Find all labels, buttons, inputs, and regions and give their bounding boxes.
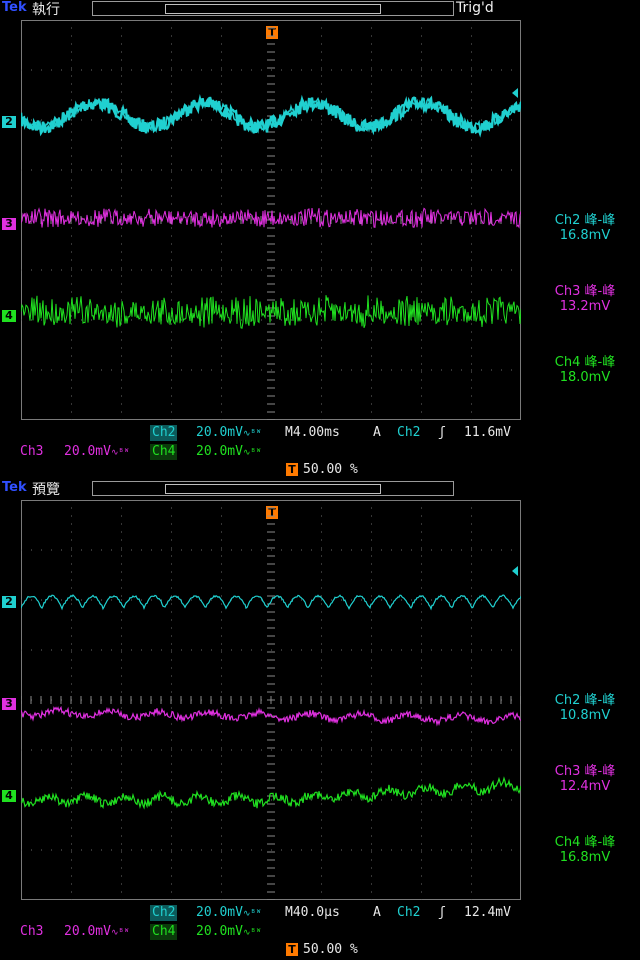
- ch3-waveform: [21, 705, 521, 727]
- trigger-source[interactable]: Ch2: [397, 425, 420, 440]
- measurement-ch4-label: Ch4 峰-峰: [554, 835, 616, 850]
- acquisition-mode: 預覽: [32, 482, 60, 498]
- record-length-bar: [92, 1, 454, 16]
- ch2-label-box[interactable]: Ch2: [150, 905, 178, 921]
- ch2-scale: 20.0mV∿ᴮᵂ: [196, 905, 261, 920]
- ch4-scale-value: 20.0mV: [196, 924, 243, 939]
- trigger-position-icon: T: [286, 463, 298, 476]
- measurement-ch2: Ch2 峰-峰 16.8mV: [530, 213, 640, 243]
- horizontal-position[interactable]: 50.00 %: [303, 942, 358, 957]
- trigger-position-icon: T: [286, 943, 298, 956]
- ch2-waveform-envelope: [21, 96, 521, 134]
- measurement-ch3: Ch3 峰-峰 13.2mV: [530, 284, 640, 314]
- ch3-ground-marker[interactable]: 3: [2, 698, 16, 710]
- trigger-status: Trig'd: [456, 0, 494, 16]
- measurement-ch4-value: 16.8mV: [559, 850, 611, 865]
- timebase[interactable]: M4.00ms: [285, 425, 340, 440]
- waveform-graticule: [21, 500, 521, 900]
- bandwidth-limit-icon: ∿ᴮᵂ: [242, 448, 262, 458]
- ch2-scale-value: 20.0mV: [196, 425, 243, 440]
- trigger-level[interactable]: 12.4mV: [464, 905, 511, 920]
- measurement-ch4-label: Ch4 峰-峰: [554, 355, 616, 370]
- measurement-ch3: Ch3 峰-峰 12.4mV: [530, 764, 640, 794]
- ch2-waveform: [21, 594, 521, 611]
- rising-edge-icon: ʃ: [438, 905, 446, 920]
- measurement-ch3-value: 13.2mV: [559, 299, 611, 314]
- record-window[interactable]: [165, 4, 381, 14]
- top-status-bar: Tek 執行 Trig'd: [0, 0, 640, 18]
- rising-edge-icon: ʃ: [438, 425, 446, 440]
- measurement-ch4: Ch4 峰-峰 18.0mV: [530, 355, 640, 385]
- horizontal-position[interactable]: 50.00 %: [303, 462, 358, 477]
- ch4-scale: 20.0mV∿ᴮᵂ: [196, 924, 261, 939]
- measurement-ch2-label: Ch2 峰-峰: [554, 693, 616, 708]
- measurement-ch3-value: 12.4mV: [559, 779, 611, 794]
- ch3-scale: 20.0mV∿ᴮᵂ: [64, 924, 129, 939]
- bandwidth-limit-icon: ∿ᴮᵂ: [242, 928, 262, 938]
- waveform-display: [21, 20, 521, 420]
- ch4-scale: 20.0mV∿ᴮᵂ: [196, 444, 261, 459]
- bandwidth-limit-icon: ∿ᴮᵂ: [242, 909, 262, 919]
- measurement-ch2-label: Ch2 峰-峰: [554, 213, 616, 228]
- trigger-type: A: [373, 425, 381, 440]
- bandwidth-limit-icon: ∿ᴮᵂ: [110, 928, 130, 938]
- measurement-ch3-label: Ch3 峰-峰: [554, 284, 616, 299]
- ch4-ground-marker[interactable]: 4: [2, 310, 16, 322]
- ch3-ground-marker[interactable]: 3: [2, 218, 16, 230]
- ch2-scale-value: 20.0mV: [196, 905, 243, 920]
- trigger-level[interactable]: 11.6mV: [464, 425, 511, 440]
- brand-logo: Tek: [2, 480, 27, 495]
- measurement-ch3-label: Ch3 峰-峰: [554, 764, 616, 779]
- ch3-label[interactable]: Ch3: [20, 444, 43, 459]
- measurement-ch4-value: 18.0mV: [559, 370, 611, 385]
- top-status-bar: Tek 預覽: [0, 480, 640, 498]
- record-length-bar: [92, 481, 454, 496]
- waveform-graticule: [21, 20, 521, 420]
- trigger-source[interactable]: Ch2: [397, 905, 420, 920]
- measurement-ch2-value: 10.8mV: [559, 708, 611, 723]
- trigger-type: A: [373, 905, 381, 920]
- measurement-ch4: Ch4 峰-峰 16.8mV: [530, 835, 640, 865]
- scope-panel-top: Tek 執行 Trig'd T 2 3 4 Ch2 峰-峰 16.8mV Ch3…: [0, 0, 640, 480]
- ch2-label-box[interactable]: Ch2: [150, 425, 178, 441]
- ch2-scale: 20.0mV∿ᴮᵂ: [196, 425, 261, 440]
- waveform-display: [21, 500, 521, 900]
- ch4-ground-marker[interactable]: 4: [2, 790, 16, 802]
- ch3-scale-value: 20.0mV: [64, 444, 111, 459]
- ch3-scale-value: 20.0mV: [64, 924, 111, 939]
- ch4-label-box[interactable]: Ch4: [150, 924, 178, 940]
- trigger-level-marker[interactable]: [512, 566, 518, 576]
- scope-panel-bottom: Tek 預覽 T 2 3 4 Ch2 峰-峰 10.8mV Ch3 峰-峰 12…: [0, 480, 640, 960]
- timebase[interactable]: M40.0µs: [285, 905, 340, 920]
- ch3-waveform: [21, 207, 521, 229]
- brand-logo: Tek: [2, 0, 27, 15]
- ch2-ground-marker[interactable]: 2: [2, 116, 16, 128]
- ch4-scale-value: 20.0mV: [196, 444, 243, 459]
- measurement-ch2: Ch2 峰-峰 10.8mV: [530, 693, 640, 723]
- trigger-level-marker[interactable]: [512, 88, 518, 98]
- bandwidth-limit-icon: ∿ᴮᵂ: [110, 448, 130, 458]
- measurement-ch2-value: 16.8mV: [559, 228, 611, 243]
- graticule-center-ticks: [21, 500, 521, 900]
- ch3-label[interactable]: Ch3: [20, 924, 43, 939]
- ch4-label-box[interactable]: Ch4: [150, 444, 178, 460]
- bandwidth-limit-icon: ∿ᴮᵂ: [242, 429, 262, 439]
- ch2-ground-marker[interactable]: 2: [2, 596, 16, 608]
- ch3-scale: 20.0mV∿ᴮᵂ: [64, 444, 129, 459]
- record-window[interactable]: [165, 484, 381, 494]
- acquisition-mode: 執行: [32, 2, 60, 18]
